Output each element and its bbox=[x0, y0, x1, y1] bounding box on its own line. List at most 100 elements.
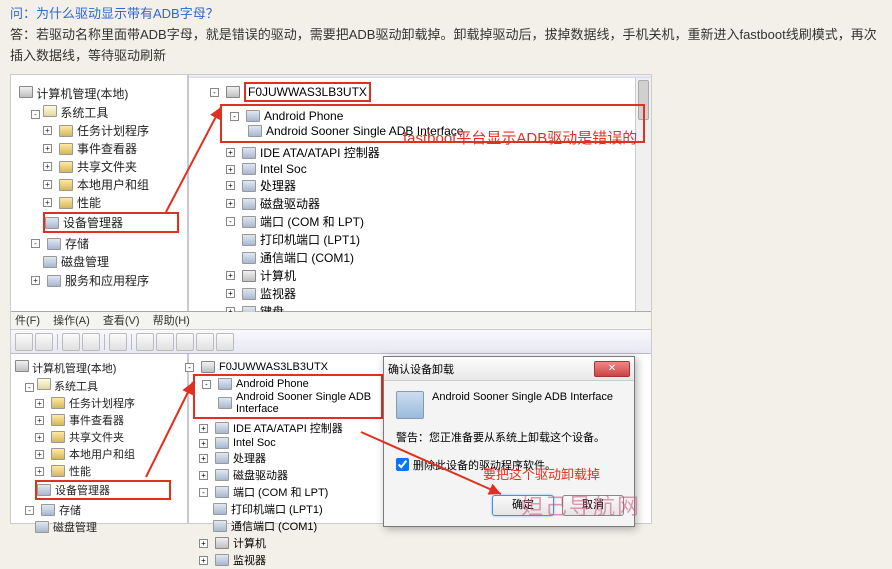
expander-icon[interactable]: + bbox=[35, 467, 44, 476]
expander-icon[interactable]: - bbox=[230, 112, 239, 121]
expander-icon[interactable]: + bbox=[199, 454, 208, 463]
expander-icon[interactable]: + bbox=[226, 148, 235, 157]
device-item-adb[interactable]: Android Sooner Single ADB Interface bbox=[214, 391, 378, 415]
tree-item-devmgr[interactable]: 设备管理器 bbox=[43, 212, 179, 233]
phone-icon bbox=[246, 110, 260, 122]
toolbar-button[interactable] bbox=[216, 333, 234, 351]
tree-item[interactable]: +任务计划程序 bbox=[43, 122, 179, 139]
expander-icon[interactable]: + bbox=[43, 162, 52, 171]
tree-root[interactable]: 计算机管理(本地) bbox=[15, 360, 171, 376]
expander-icon[interactable]: + bbox=[226, 165, 235, 174]
expander-icon[interactable]: - bbox=[31, 110, 40, 119]
expander-icon[interactable]: + bbox=[35, 416, 44, 425]
computer-icon bbox=[15, 360, 29, 372]
expander-icon[interactable]: - bbox=[202, 380, 211, 389]
menu-action[interactable]: 操作(A) bbox=[53, 315, 90, 327]
computer-icon bbox=[242, 270, 256, 282]
expander-icon[interactable]: + bbox=[35, 399, 44, 408]
toolbar-button[interactable] bbox=[62, 333, 80, 351]
device-item[interactable]: -Android Phone bbox=[198, 378, 378, 390]
expander-icon[interactable]: - bbox=[210, 88, 219, 97]
expander-icon[interactable]: + bbox=[199, 424, 208, 433]
annotation-text: 要把这个驱动卸载掉 bbox=[483, 464, 600, 483]
tree-item[interactable]: 磁盘管理 bbox=[35, 519, 171, 535]
com-icon bbox=[213, 520, 227, 532]
tree-item[interactable]: 磁盘管理 bbox=[43, 253, 179, 270]
expander-icon[interactable]: + bbox=[31, 276, 40, 285]
expander-icon[interactable]: + bbox=[43, 198, 52, 207]
menu-help[interactable]: 帮助(H) bbox=[153, 315, 190, 327]
device-item[interactable]: -Android Phone bbox=[226, 109, 639, 123]
expander-icon[interactable]: + bbox=[199, 556, 208, 565]
expander-icon[interactable]: + bbox=[226, 289, 235, 298]
expander-icon[interactable]: - bbox=[31, 239, 40, 248]
expander-icon[interactable]: + bbox=[199, 471, 208, 480]
share-icon bbox=[51, 431, 65, 443]
expander-icon[interactable]: + bbox=[43, 144, 52, 153]
device-item[interactable]: +监视器 bbox=[222, 285, 645, 302]
device-item[interactable]: 打印机端口 (LPT1) bbox=[238, 231, 645, 248]
tree-item[interactable]: +事件查看器 bbox=[43, 140, 179, 157]
warning-text: 警告：您正准备要从系统上卸载这个设备。 bbox=[396, 429, 622, 445]
device-item[interactable]: +监视器 bbox=[195, 552, 645, 568]
expander-icon[interactable]: + bbox=[199, 539, 208, 548]
tree-item[interactable]: +性能 bbox=[35, 463, 171, 479]
tools-icon bbox=[43, 105, 57, 117]
adb-icon bbox=[218, 397, 232, 409]
toolbar-button[interactable] bbox=[15, 333, 33, 351]
toolbar-button[interactable] bbox=[35, 333, 53, 351]
device-item[interactable]: +计算机 bbox=[195, 535, 645, 551]
tree-root[interactable]: 计算机管理(本地) bbox=[19, 85, 179, 102]
menu-file[interactable]: 件(F) bbox=[15, 315, 40, 327]
tree-item-devmgr[interactable]: 设备管理器 bbox=[35, 480, 171, 500]
expander-icon[interactable]: - bbox=[185, 363, 194, 372]
tree-item[interactable]: - 系统工具 bbox=[31, 104, 179, 121]
expander-icon[interactable]: - bbox=[226, 217, 235, 226]
tools-icon bbox=[37, 378, 51, 390]
tree-item[interactable]: +本地用户和组 bbox=[35, 446, 171, 462]
device-item[interactable]: 通信端口 (COM1) bbox=[238, 249, 645, 266]
close-button[interactable]: ✕ bbox=[594, 361, 630, 377]
device-item[interactable]: +磁盘驱动器 bbox=[222, 195, 645, 212]
device-item[interactable]: +处理器 bbox=[222, 177, 645, 194]
expander-icon[interactable]: + bbox=[226, 199, 235, 208]
expander-icon[interactable]: + bbox=[35, 450, 44, 459]
expander-icon[interactable]: - bbox=[25, 506, 34, 515]
tree-item[interactable]: -存储 bbox=[25, 502, 171, 518]
tree-item[interactable]: +任务计划程序 bbox=[35, 395, 171, 411]
expander-icon[interactable]: + bbox=[226, 271, 235, 280]
computer-icon bbox=[19, 86, 33, 98]
toolbar-button[interactable] bbox=[156, 333, 174, 351]
tree-item[interactable]: +服务和应用程序 bbox=[31, 272, 179, 289]
device-item[interactable]: +Intel Soc bbox=[222, 162, 645, 176]
tree-item[interactable]: -存储 bbox=[31, 235, 179, 252]
event-icon bbox=[59, 143, 73, 155]
question-text: 问：为什么驱动显示带有ADB字母？ bbox=[10, 4, 882, 25]
tree-item[interactable]: +共享文件夹 bbox=[35, 429, 171, 445]
device-item[interactable]: -端口 (COM 和 LPT) bbox=[222, 213, 645, 230]
expander-icon[interactable]: + bbox=[43, 126, 52, 135]
tree-item[interactable]: +事件查看器 bbox=[35, 412, 171, 428]
computer-icon bbox=[215, 537, 229, 549]
tree-item[interactable]: - 系统工具 bbox=[25, 378, 171, 394]
expander-icon[interactable]: - bbox=[199, 488, 208, 497]
expander-icon[interactable]: + bbox=[199, 439, 208, 448]
toolbar-button[interactable] bbox=[109, 333, 127, 351]
device-root[interactable]: -F0JUWWAS3LB3UTX bbox=[206, 82, 645, 102]
expander-icon[interactable]: + bbox=[226, 181, 235, 190]
computer-icon bbox=[226, 86, 240, 98]
device-item[interactable]: +计算机 bbox=[222, 267, 645, 284]
tree-item[interactable]: +本地用户和组 bbox=[43, 176, 179, 193]
toolbar-button[interactable] bbox=[196, 333, 214, 351]
toolbar-button[interactable] bbox=[176, 333, 194, 351]
expander-icon[interactable]: + bbox=[43, 180, 52, 189]
cpu-icon bbox=[242, 180, 256, 192]
tree-item[interactable]: +性能 bbox=[43, 194, 179, 211]
delete-driver-checkbox[interactable] bbox=[396, 458, 409, 471]
expander-icon[interactable]: - bbox=[25, 383, 34, 392]
expander-icon[interactable]: + bbox=[35, 433, 44, 442]
toolbar-button[interactable] bbox=[136, 333, 154, 351]
tree-item[interactable]: +共享文件夹 bbox=[43, 158, 179, 175]
menu-view[interactable]: 查看(V) bbox=[103, 315, 140, 327]
toolbar-button[interactable] bbox=[82, 333, 100, 351]
